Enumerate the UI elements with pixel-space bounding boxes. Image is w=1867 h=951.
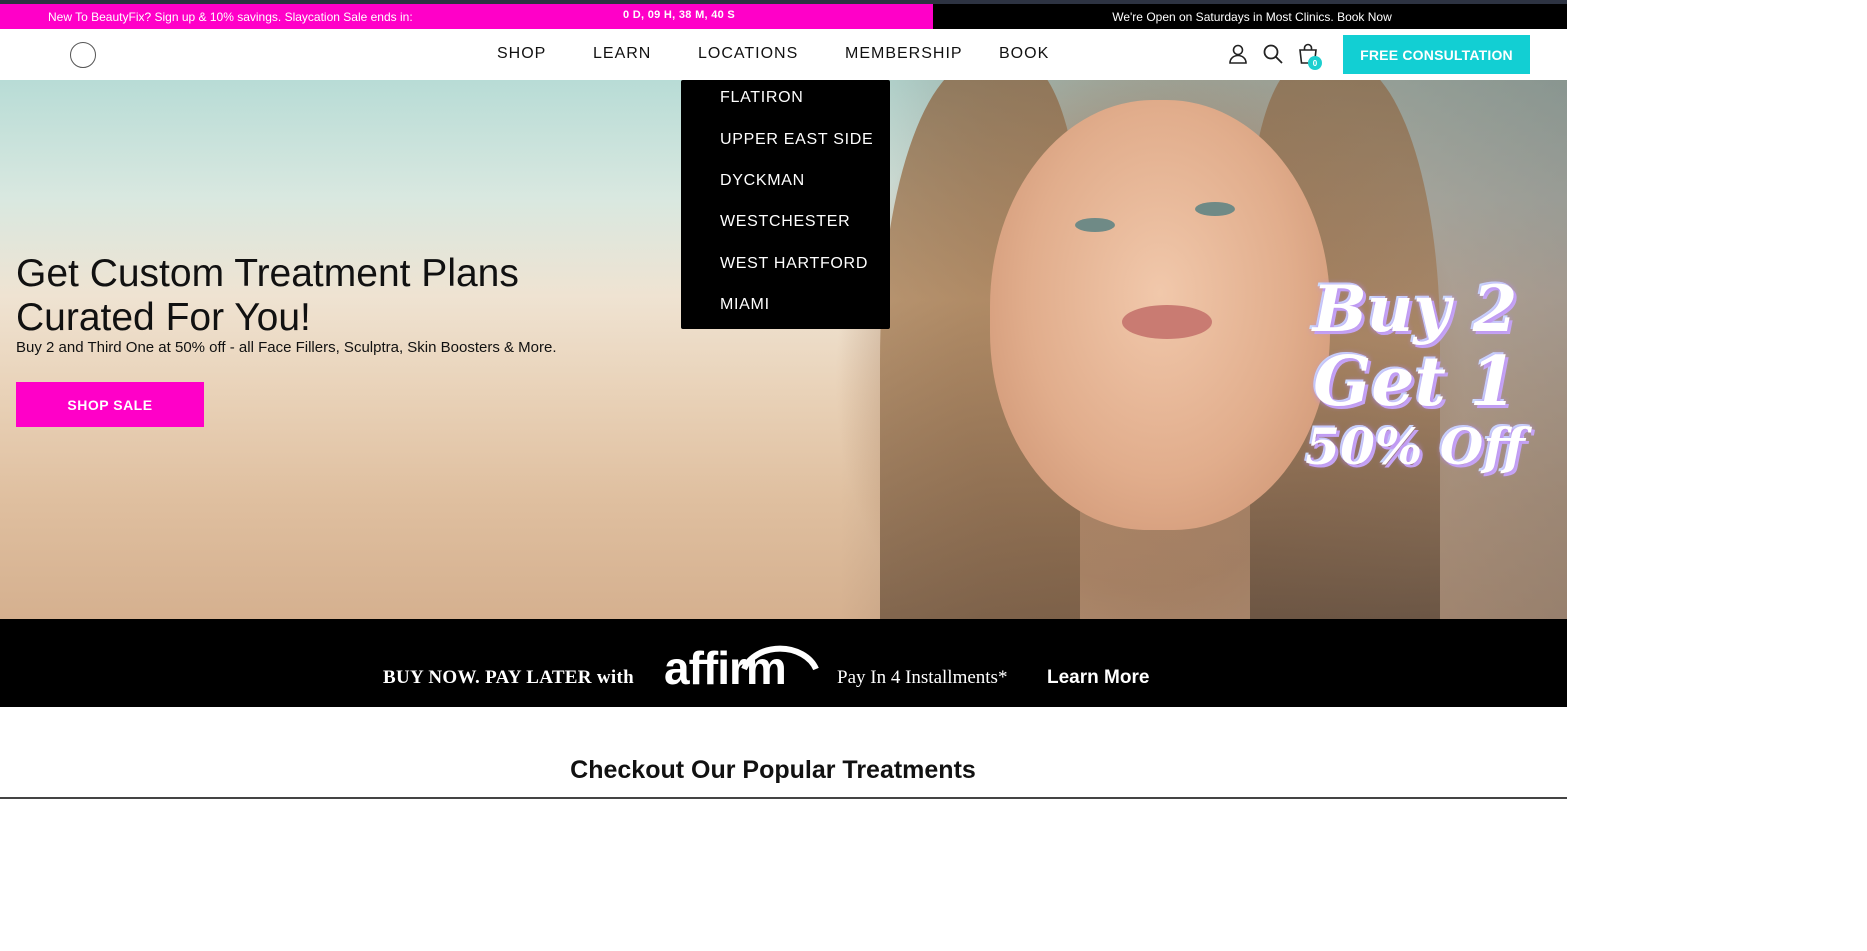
- affirm-banner: BUY NOW. PAY LATER with affirm Pay In 4 …: [0, 619, 1567, 707]
- promo-banner[interactable]: New To BeautyFix? Sign up & 10% savings.…: [0, 4, 933, 29]
- site-header: SHOP LEARN LOCATIONS MEMBERSHIP BOOK: [0, 29, 1567, 80]
- search-icon[interactable]: [1262, 43, 1284, 65]
- buy-now-pay-later-text: BUY NOW. PAY LATER with: [383, 667, 634, 688]
- location-westchester[interactable]: WESTCHESTER: [720, 213, 850, 231]
- location-west-hartford[interactable]: WEST HARTFORD: [720, 255, 868, 273]
- nav-book[interactable]: BOOK: [999, 45, 1049, 63]
- badge-line: Buy 2: [1312, 272, 1518, 347]
- hero-subtitle: Buy 2 and Third One at 50% off - all Fac…: [16, 339, 557, 356]
- nav-learn[interactable]: LEARN: [593, 45, 651, 63]
- nav-membership[interactable]: MEMBERSHIP: [845, 45, 963, 63]
- saturday-banner-text: We're Open on Saturdays in Most Clinics.…: [1112, 9, 1392, 24]
- hero-model-eye: [1195, 202, 1235, 216]
- location-upper-east-side[interactable]: UPPER EAST SIDE: [720, 131, 873, 149]
- badge-line: 50% Off: [1305, 417, 1525, 476]
- installments-text: Pay In 4 Installments*: [837, 667, 1008, 688]
- free-consultation-button[interactable]: FREE CONSULTATION: [1343, 35, 1530, 74]
- locations-dropdown: FLATIRON UPPER EAST SIDE DYCKMAN WESTCHE…: [681, 80, 890, 329]
- promo-text: New To BeautyFix? Sign up & 10% savings.…: [48, 10, 413, 24]
- circle-logo-icon[interactable]: [70, 42, 96, 68]
- page-bottom-edge: [0, 797, 1567, 799]
- popular-treatments-heading: Checkout Our Popular Treatments: [570, 756, 976, 784]
- affirm-logo-text: affirm: [664, 642, 787, 694]
- hero-model-lips: [1122, 305, 1212, 339]
- hero-title-line: Get Custom Treatment Plans: [16, 252, 519, 295]
- shop-sale-button[interactable]: SHOP SALE: [16, 382, 204, 427]
- learn-more-link[interactable]: Learn More: [1047, 667, 1149, 689]
- cart-count-badge: 0: [1308, 56, 1322, 70]
- user-icon[interactable]: [1227, 43, 1249, 65]
- hero-title: Get Custom Treatment Plans Curated For Y…: [16, 252, 636, 340]
- sale-countdown: 0 D, 09 H, 38 M, 40 S: [623, 9, 736, 21]
- location-miami[interactable]: MIAMI: [720, 296, 770, 314]
- badge-line: Get 1: [1313, 342, 1517, 422]
- hero-model-eye: [1075, 218, 1115, 232]
- announcement-bar: New To BeautyFix? Sign up & 10% savings.…: [0, 4, 1567, 29]
- location-flatiron[interactable]: FLATIRON: [720, 89, 804, 107]
- nav-locations[interactable]: LOCATIONS: [698, 45, 798, 63]
- saturday-banner[interactable]: We're Open on Saturdays in Most Clinics.…: [933, 4, 1567, 29]
- location-dyckman[interactable]: DYCKMAN: [720, 172, 805, 190]
- nav-shop[interactable]: SHOP: [497, 45, 546, 63]
- buy2-get1-badge: Buy 2 Get 1 50% Off: [1270, 275, 1560, 475]
- hero-title-line: Curated For You!: [16, 296, 311, 339]
